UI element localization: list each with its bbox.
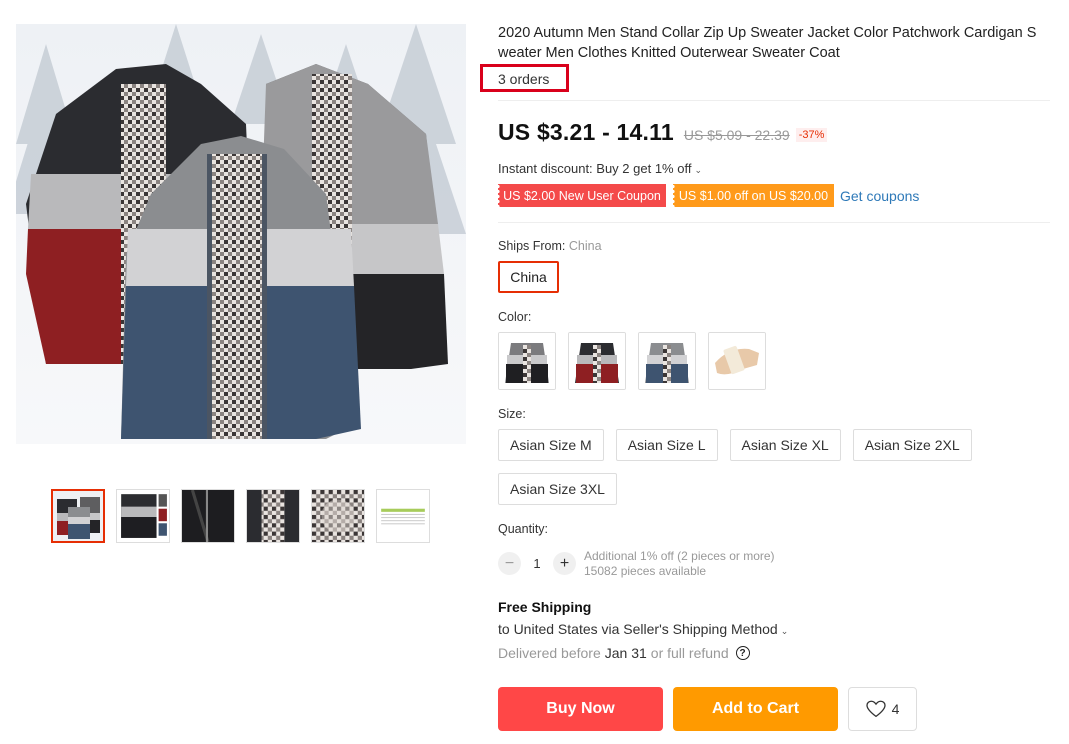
free-shipping-label: Free Shipping <box>498 599 592 615</box>
ships-from-option-china[interactable]: China <box>498 261 559 293</box>
divider <box>498 100 1050 101</box>
color-option-black-red[interactable] <box>568 332 626 390</box>
add-to-cart-button[interactable]: Add to Cart <box>673 687 838 731</box>
thumbnail-5[interactable] <box>311 489 365 543</box>
size-label: Size: <box>498 407 526 421</box>
buy-now-button[interactable]: Buy Now <box>498 687 663 731</box>
shipping-method-text: to United States via Seller's Shipping M… <box>498 621 778 637</box>
chevron-down-icon: ⌄ <box>780 626 789 636</box>
refund-text: or full refund <box>650 645 729 661</box>
color-option-grey-black[interactable] <box>498 332 556 390</box>
pieces-available: 15082 pieces available <box>584 563 707 578</box>
wishlist-count: 4 <box>891 701 900 717</box>
delivered-before-text: Delivered before <box>498 645 601 661</box>
help-icon[interactable]: ? <box>735 646 750 660</box>
ships-from-label: Ships From: China <box>498 239 602 253</box>
current-price: US $3.21 - 14.11 <box>498 119 674 145</box>
ships-from-value: China <box>568 239 602 253</box>
quantity-value[interactable]: 1 <box>521 556 553 571</box>
spend-coupon[interactable]: US $1.00 off on US $20.00 <box>673 184 834 207</box>
main-product-image[interactable] <box>16 24 466 444</box>
price-row: US $3.21 - 14.11 US $5.09 - 22.39 -37% <box>498 119 828 146</box>
product-info: 2020 Autumn Men Stand Collar Zip Up Swea… <box>480 24 1050 731</box>
size-option-xl[interactable]: Asian Size XL <box>729 429 841 461</box>
divider <box>498 222 1050 223</box>
quantity-decrease-button[interactable]: − <box>498 552 521 575</box>
coupon-row: US $2.00 New User Coupon US $1.00 off on… <box>498 184 919 207</box>
delivery-date: Jan 31 <box>604 645 647 661</box>
size-option-m[interactable]: Asian Size M <box>498 429 604 461</box>
original-price: US $5.09 - 22.39 <box>683 127 790 143</box>
wishlist-button[interactable]: 4 <box>848 687 917 731</box>
thumbnail-4[interactable] <box>246 489 300 543</box>
thumbnail-3[interactable] <box>181 489 235 543</box>
quantity-increase-button[interactable]: + <box>553 552 576 575</box>
thumbnail-2[interactable] <box>116 489 170 543</box>
thumbnail-strip <box>51 489 430 543</box>
thumbnail-1[interactable] <box>51 489 105 543</box>
ships-from-label-text: Ships From: <box>498 239 566 253</box>
get-coupons-link[interactable]: Get coupons <box>840 188 919 204</box>
discount-badge: -37% <box>795 128 828 142</box>
instant-discount[interactable]: Instant discount: Buy 2 get 1% off ⌄ <box>498 161 702 176</box>
thumbnail-6-size-chart[interactable] <box>376 489 430 543</box>
orders-count: 3 orders <box>498 71 550 87</box>
size-option-l[interactable]: Asian Size L <box>615 429 718 461</box>
color-option-grey-blue[interactable] <box>638 332 696 390</box>
new-user-coupon[interactable]: US $2.00 New User Coupon <box>498 184 666 207</box>
color-option-accessory[interactable] <box>708 332 766 390</box>
delivery-estimate: Delivered before Jan 31 or full refund ? <box>498 645 750 661</box>
quantity-label: Quantity: <box>498 522 549 536</box>
size-option-3xl[interactable]: Asian Size 3XL <box>498 473 617 505</box>
size-option-2xl[interactable]: Asian Size 2XL <box>852 429 972 461</box>
size-options: Asian Size M Asian Size L Asian Size XL … <box>498 429 998 505</box>
instant-discount-text: Instant discount: Buy 2 get 1% off <box>498 161 692 176</box>
bulk-discount-note: Additional 1% off (2 pieces or more) <box>584 549 775 563</box>
chevron-down-icon: ⌄ <box>694 165 702 175</box>
product-title: 2020 Autumn Men Stand Collar Zip Up Swea… <box>498 25 1037 61</box>
quantity-note: Additional 1% off (2 pieces or more) 150… <box>584 549 775 578</box>
color-options <box>498 332 766 390</box>
shipping-method[interactable]: to United States via Seller's Shipping M… <box>498 621 788 637</box>
heart-icon <box>865 700 886 718</box>
quantity-stepper: − 1 + Additional 1% off (2 pieces or mor… <box>498 549 775 578</box>
color-label: Color: <box>498 310 532 324</box>
sweater-photo <box>16 24 466 444</box>
